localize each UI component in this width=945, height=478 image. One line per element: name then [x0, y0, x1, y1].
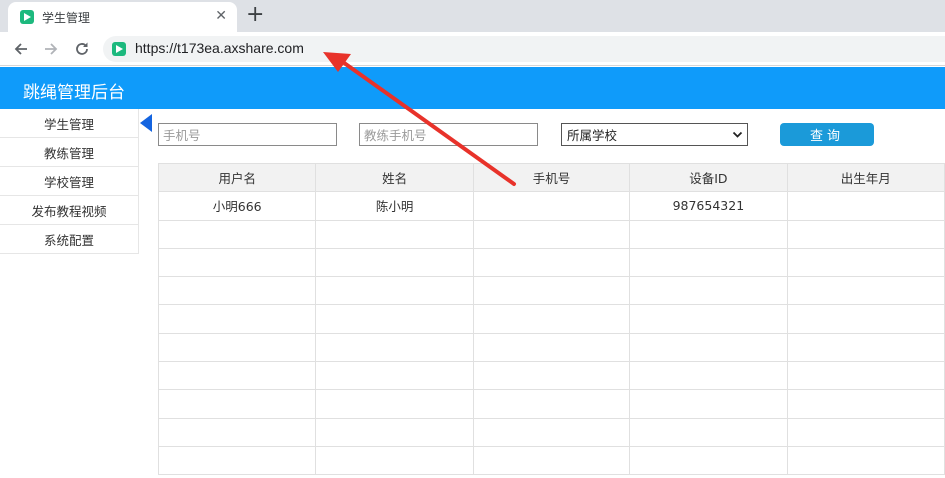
school-select[interactable]: 所属学校: [561, 123, 748, 146]
school-select-value: 所属学校: [567, 128, 618, 143]
column-header-birth: 出生年月: [786, 162, 945, 193]
sidebar-item-settings[interactable]: 系统配置: [0, 225, 139, 254]
phone-input[interactable]: 手机号: [158, 123, 337, 146]
cell-name: 陈小明: [315, 191, 474, 221]
close-tab-icon[interactable]: ✕: [215, 8, 227, 24]
cell-device-id: 987654321: [629, 191, 788, 221]
forward-icon[interactable]: [41, 39, 61, 59]
column-header-phone: 手机号: [472, 162, 631, 193]
table-row: [157, 445, 945, 476]
cell-birth: [786, 191, 945, 221]
table-row: [157, 276, 945, 306]
cell-phone: [472, 191, 631, 221]
app-title: 跳绳管理后台: [23, 83, 125, 103]
reload-icon[interactable]: [72, 39, 92, 59]
browser-toolbar: https://t173ea.axshare.com: [0, 32, 945, 66]
table-row: [157, 389, 945, 419]
app-header: 跳绳管理后台: [0, 67, 945, 109]
table-row: [157, 247, 945, 278]
cell-username: 小明666: [157, 191, 317, 221]
back-icon[interactable]: [11, 39, 31, 59]
sidebar-item-schools[interactable]: 学校管理: [0, 167, 139, 196]
sidebar-item-label: 学生管理: [43, 116, 94, 132]
table-row: [157, 361, 945, 391]
table-row: [157, 417, 945, 447]
coach-phone-placeholder: 教练手机号: [364, 128, 427, 143]
table-row: [157, 219, 945, 249]
sidebar-item-students[interactable]: 学生管理: [0, 109, 152, 138]
table-row[interactable]: 小明666 陈小明 987654321: [157, 191, 945, 221]
sidebar-item-videos[interactable]: 发布教程视频: [0, 196, 139, 225]
students-table: 用户名 姓名 手机号 设备ID 出生年月 小明666 陈小明 987654321: [157, 162, 945, 476]
sidebar-item-label: 系统配置: [43, 232, 94, 248]
table-row: [157, 304, 945, 334]
phone-placeholder: 手机号: [163, 128, 201, 143]
axure-favicon-icon: [20, 10, 34, 24]
sidebar: 学生管理 教练管理 学校管理 发布教程视频 系统配置: [0, 109, 152, 254]
url-text[interactable]: https://t173ea.axshare.com: [135, 40, 304, 56]
sidebar-item-coaches[interactable]: 教练管理: [0, 138, 139, 167]
column-header-device-id: 设备ID: [629, 162, 788, 193]
sidebar-item-label: 学校管理: [43, 174, 94, 190]
column-header-name: 姓名: [315, 162, 474, 193]
sidebar-item-label: 教练管理: [43, 145, 94, 161]
browser-tab[interactable]: 学生管理 ✕: [8, 2, 237, 32]
browser-tab-strip: 学生管理 ✕ +: [0, 0, 945, 32]
sidebar-item-label: 发布教程视频: [31, 203, 107, 219]
query-button-label: 查询: [809, 129, 844, 144]
coach-phone-input[interactable]: 教练手机号: [359, 123, 538, 146]
query-button[interactable]: 查询: [780, 123, 874, 146]
column-header-username: 用户名: [157, 162, 317, 193]
table-row: [157, 332, 945, 363]
site-favicon-icon: [112, 42, 126, 56]
table-header-row: 用户名 姓名 手机号 设备ID 出生年月: [157, 162, 945, 193]
address-bar[interactable]: https://t173ea.axshare.com: [103, 36, 945, 62]
tab-title: 学生管理: [42, 11, 91, 25]
new-tab-icon[interactable]: +: [246, 4, 264, 26]
chevron-down-icon: [732, 131, 743, 138]
